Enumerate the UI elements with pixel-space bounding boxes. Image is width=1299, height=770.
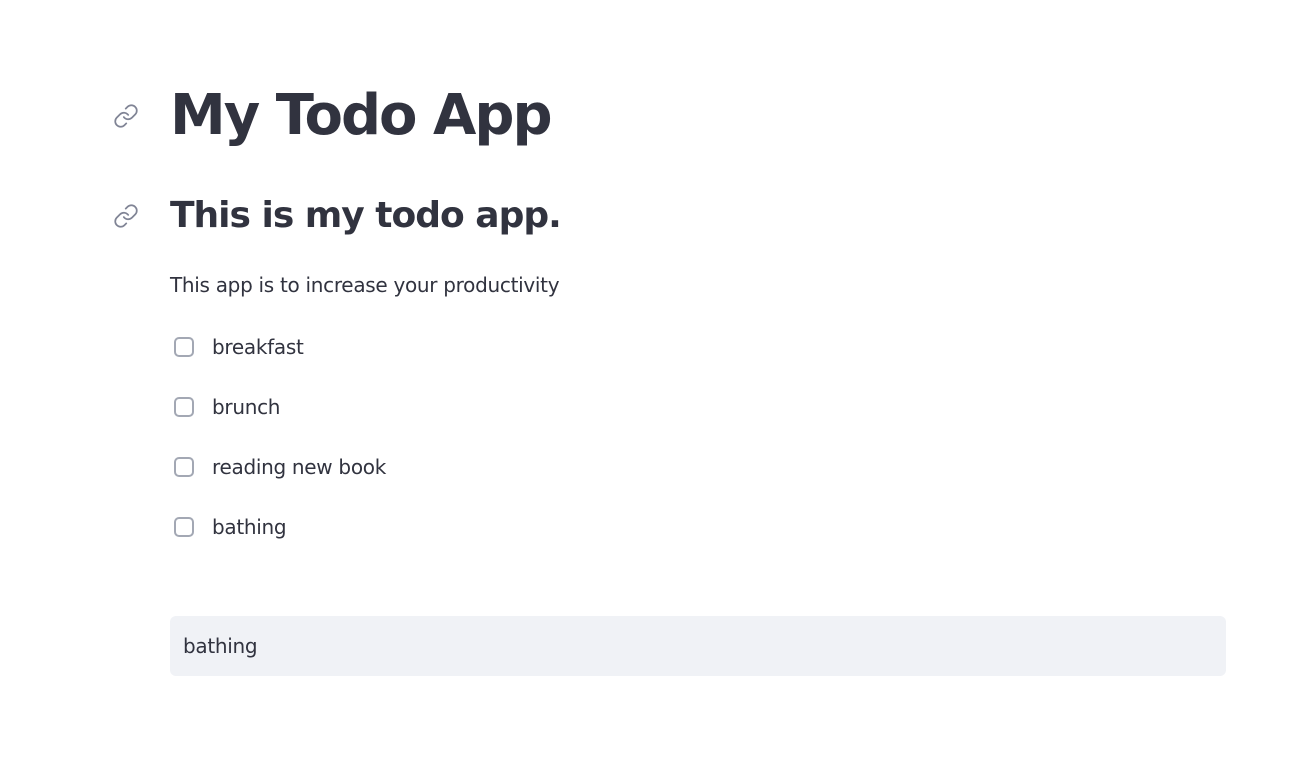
title-anchor-link[interactable] bbox=[112, 102, 140, 130]
link-icon bbox=[114, 204, 138, 228]
new-todo-input[interactable] bbox=[183, 634, 1226, 658]
subtitle-anchor-link[interactable] bbox=[112, 202, 140, 230]
todo-label: bathing bbox=[212, 515, 287, 539]
todo-item-breakfast[interactable]: breakfast bbox=[170, 331, 386, 363]
link-icon bbox=[114, 104, 138, 128]
new-todo-input-container bbox=[170, 616, 1226, 676]
todo-checkbox[interactable] bbox=[174, 337, 194, 357]
todo-label: brunch bbox=[212, 395, 281, 419]
todo-item-brunch[interactable]: brunch bbox=[170, 391, 386, 423]
todo-item-reading-new-book[interactable]: reading new book bbox=[170, 451, 386, 483]
todo-item-bathing[interactable]: bathing bbox=[170, 511, 386, 543]
todo-checkbox[interactable] bbox=[174, 517, 194, 537]
app-description: This app is to increase your productivit… bbox=[170, 273, 560, 297]
title-row: My Todo App bbox=[114, 83, 553, 148]
page-subtitle: This is my todo app. bbox=[170, 195, 562, 236]
subtitle-row: This is my todo app. bbox=[114, 194, 562, 238]
todo-label: reading new book bbox=[212, 455, 386, 479]
page-title: My Todo App bbox=[170, 83, 553, 148]
todo-list: breakfast brunch reading new book bathin… bbox=[170, 331, 386, 571]
todo-checkbox[interactable] bbox=[174, 397, 194, 417]
todo-label: breakfast bbox=[212, 335, 304, 359]
todo-checkbox[interactable] bbox=[174, 457, 194, 477]
